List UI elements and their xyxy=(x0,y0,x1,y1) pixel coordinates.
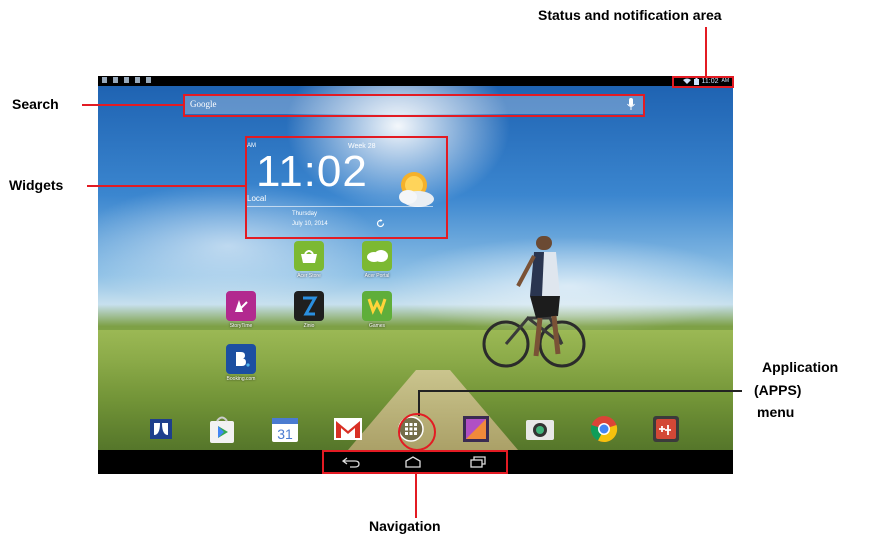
app-games[interactable]: Games xyxy=(355,291,399,329)
annotation-status-label: Status and notification area xyxy=(538,7,722,23)
app-acer-portal[interactable]: Acer Portal xyxy=(355,241,399,279)
annotation-status-line xyxy=(705,27,707,77)
annotation-widgets-label: Widgets xyxy=(9,177,64,193)
calendar-day: 31 xyxy=(277,426,293,442)
annotation-apps-label-2: (APPS) xyxy=(754,382,802,398)
app-acer-store[interactable]: Acer Store xyxy=(287,241,331,279)
annotation-navigation-line xyxy=(415,474,417,518)
notification-icons[interactable] xyxy=(102,77,151,83)
notification-icon xyxy=(102,77,107,83)
app-label: StoryTime xyxy=(229,323,253,329)
cyclist-illustration xyxy=(482,236,586,368)
games-icon xyxy=(362,291,392,321)
zinio-icon xyxy=(294,291,324,321)
acer-store-icon xyxy=(294,241,324,271)
annotation-search-line xyxy=(82,104,184,106)
app-storytime[interactable]: StoryTime xyxy=(219,291,263,329)
annotation-widgets-box xyxy=(245,136,448,239)
annotation-navigation-box xyxy=(322,450,508,474)
acer-portal-icon xyxy=(362,241,392,271)
app-zinio[interactable]: Zinio xyxy=(287,291,331,329)
gmail-icon[interactable] xyxy=(333,414,363,444)
notification-icon xyxy=(146,77,151,83)
notification-icon xyxy=(113,77,118,83)
app-label: Acer Store xyxy=(297,273,321,279)
status-bar[interactable]: 11:02 AM xyxy=(98,76,733,86)
booking-icon xyxy=(226,344,256,374)
camera-icon[interactable] xyxy=(525,414,555,444)
storytime-icon xyxy=(226,291,256,321)
google-plus-icon[interactable] xyxy=(651,414,681,444)
annotation-apps-label-1: Application xyxy=(762,359,839,375)
notification-icon xyxy=(124,77,129,83)
app-booking[interactable]: Booking.com xyxy=(219,344,263,382)
gallery-icon[interactable] xyxy=(461,414,491,444)
annotation-apps-line-horizontal xyxy=(418,390,742,392)
app-label: Booking.com xyxy=(226,376,256,382)
play-store-icon[interactable] xyxy=(207,414,237,444)
app-label: Acer Portal xyxy=(364,273,390,279)
usb-icon xyxy=(135,77,140,83)
app-label: Games xyxy=(368,323,386,329)
app-label: Zinio xyxy=(303,323,315,329)
annotation-widgets-line xyxy=(87,185,245,187)
annotation-search-box xyxy=(183,94,645,117)
calendar-icon[interactable]: 31 xyxy=(270,414,300,444)
dolby-icon[interactable] xyxy=(146,414,176,444)
annotation-apps-circle xyxy=(398,413,436,451)
annotation-navigation-label: Navigation xyxy=(369,518,441,534)
annotation-search-label: Search xyxy=(12,96,59,112)
chrome-icon[interactable] xyxy=(589,414,619,444)
annotation-status-box xyxy=(672,76,734,88)
annotation-apps-label-3: menu xyxy=(757,404,795,420)
